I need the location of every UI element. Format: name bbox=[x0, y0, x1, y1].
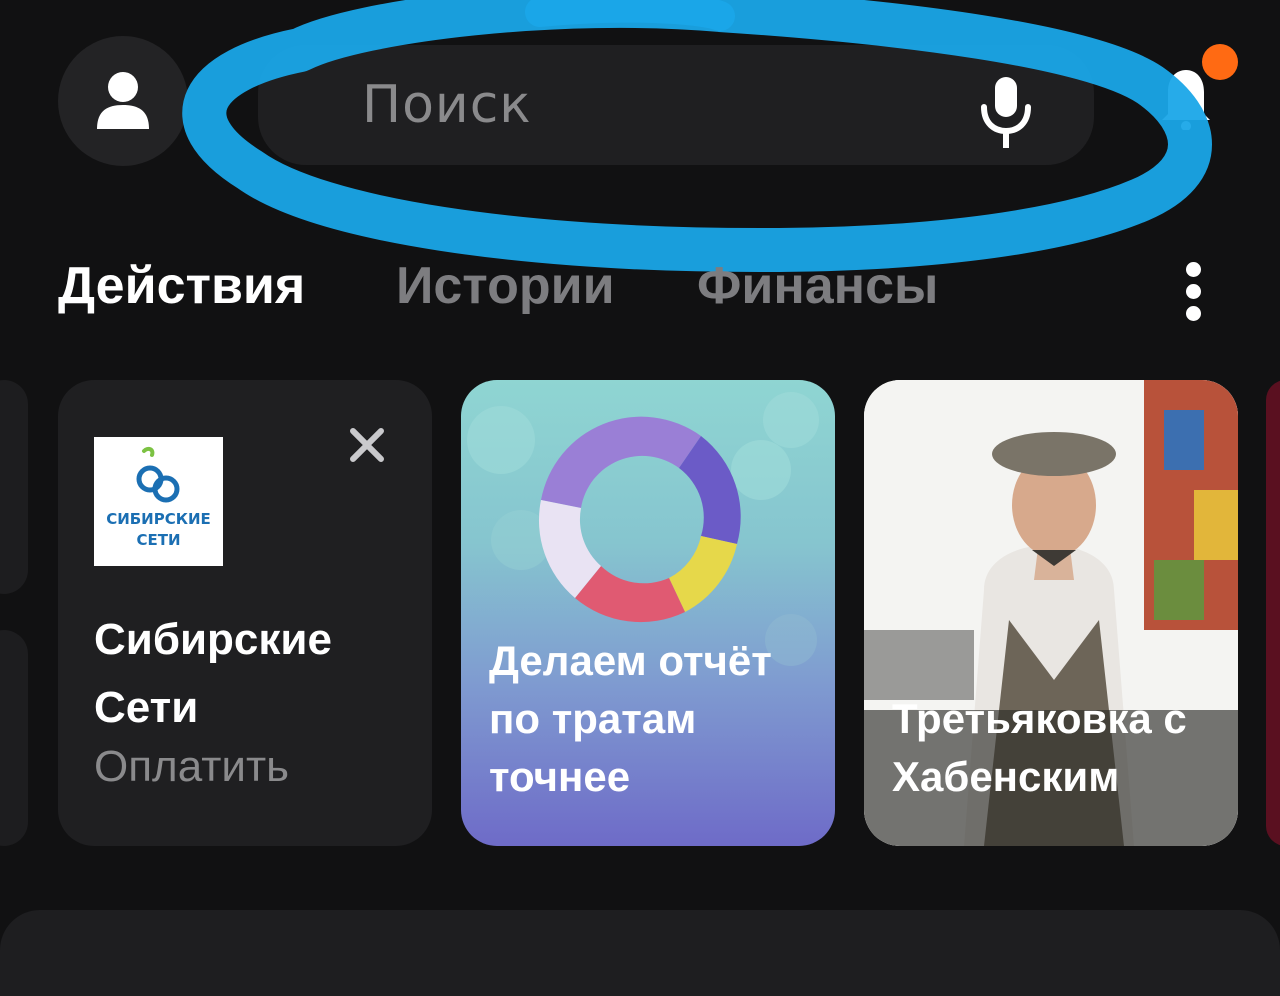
caption-line: Хабенским bbox=[892, 753, 1120, 800]
tab-stories[interactable]: Истории bbox=[396, 256, 615, 316]
card-title-line: Сети bbox=[94, 683, 199, 732]
pay-action-label[interactable]: Оплатить bbox=[94, 742, 289, 792]
card-title-line: Сибирские bbox=[94, 615, 332, 664]
more-vertical-icon[interactable] bbox=[1174, 262, 1214, 322]
user-icon bbox=[97, 72, 149, 129]
tab-actions[interactable]: Действия bbox=[58, 256, 305, 316]
app-screen: Поиск Действия Истории Финансы СИБИРСКИЕ… bbox=[0, 0, 1280, 996]
profile-button[interactable] bbox=[58, 36, 188, 166]
story-card-tretyakovka[interactable]: Третьяковка с Хабенским bbox=[864, 380, 1238, 846]
notification-badge bbox=[1202, 44, 1238, 80]
previous-card-edge bbox=[0, 630, 28, 846]
story-card-spending-report[interactable]: Делаем отчёт по тратам точнее bbox=[461, 380, 835, 846]
logo-line: СИБИРСКИЕ bbox=[106, 510, 211, 528]
card-caption: Третьяковка с Хабенским bbox=[892, 690, 1232, 806]
caption-line: точнее bbox=[489, 753, 631, 800]
card-title: Сибирские Сети bbox=[94, 606, 414, 742]
sibirskie-seti-logo: СИБИРСКИЕ СЕТИ bbox=[94, 437, 223, 566]
logo-wordmark: СИБИРСКИЕ СЕТИ bbox=[94, 509, 223, 551]
logo-line: СЕТИ bbox=[136, 531, 181, 549]
microphone-icon[interactable] bbox=[978, 75, 1034, 153]
close-icon[interactable] bbox=[350, 428, 384, 462]
search-bar[interactable]: Поиск bbox=[258, 45, 1094, 165]
card-caption: Делаем отчёт по тратам точнее bbox=[489, 632, 819, 806]
previous-card-edge bbox=[0, 380, 28, 594]
company-logo-icon bbox=[136, 446, 180, 503]
caption-line: Третьяковка с bbox=[892, 695, 1187, 742]
tab-finance[interactable]: Финансы bbox=[697, 256, 938, 316]
caption-line: по тратам bbox=[489, 695, 697, 742]
payment-card-sibirskie-seti[interactable]: СИБИРСКИЕ СЕТИ Сибирские Сети Оплатить bbox=[58, 380, 432, 846]
next-card-edge bbox=[1266, 380, 1280, 846]
search-placeholder: Поиск bbox=[362, 75, 532, 135]
caption-line: Делаем отчёт bbox=[489, 637, 772, 684]
bottom-sheet bbox=[0, 910, 1280, 996]
